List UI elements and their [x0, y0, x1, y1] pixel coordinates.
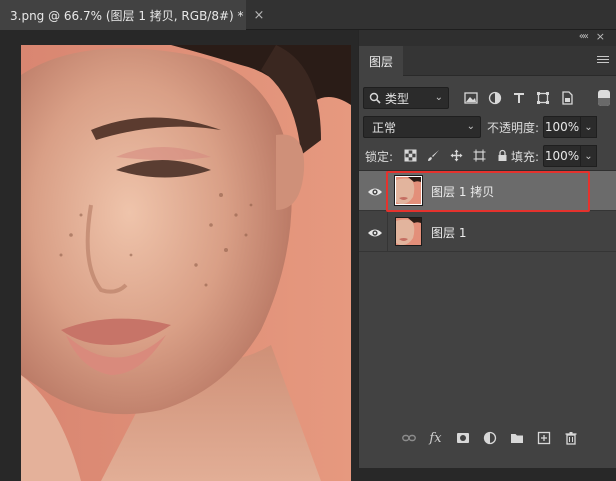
canvas-image-portrait[interactable]	[21, 45, 351, 481]
blend-mode-select[interactable]: 正常 ⌄	[363, 116, 481, 138]
chevron-down-icon: ⌄	[466, 121, 475, 132]
search-icon	[369, 92, 381, 104]
lock-transparent-pixels-icon[interactable]	[403, 148, 418, 163]
document-tab-bar: 3.png @ 66.7% (图层 1 拷贝, RGB/8#) * ×	[0, 0, 616, 30]
fill-dropdown-icon[interactable]: ⌄	[581, 145, 597, 167]
fill-input[interactable]: 100%	[543, 145, 581, 167]
new-layer-icon[interactable]	[536, 431, 551, 446]
layers-list: 图层 1 拷贝 图层 1	[359, 170, 616, 420]
lock-position-move-icon[interactable]	[449, 148, 464, 163]
footer-icons-group: fx	[401, 428, 578, 448]
chevron-down-icon: ⌄	[434, 92, 443, 103]
panel-top-strip: «« ×	[359, 30, 616, 46]
lock-image-pixels-brush-icon[interactable]	[426, 148, 441, 163]
lock-artboard-icon[interactable]	[472, 148, 487, 163]
layer-row[interactable]: 图层 1	[359, 212, 616, 252]
filter-toggle-switch[interactable]	[598, 90, 610, 106]
layer-row-selected[interactable]: 图层 1 拷贝	[359, 171, 616, 212]
type-filter-icon[interactable]	[511, 91, 526, 106]
panel-menu-icon[interactable]	[597, 54, 609, 66]
adjustment-filter-icon[interactable]	[487, 91, 502, 106]
lock-all-icon[interactable]	[495, 148, 510, 163]
layers-panel-footer: fx	[359, 420, 616, 468]
close-icon[interactable]: ×	[254, 8, 265, 23]
document-tab-title: 3.png @ 66.7% (图层 1 拷贝, RGB/8#) *	[10, 8, 244, 23]
opacity-input[interactable]: 100%	[543, 116, 581, 138]
fill-label: 填充:	[511, 150, 540, 164]
canvas-area[interactable]	[0, 30, 358, 481]
image-filter-icon[interactable]	[463, 91, 478, 106]
document-tab[interactable]: 3.png @ 66.7% (图层 1 拷贝, RGB/8#) * ×	[0, 0, 264, 30]
close-panel-icon[interactable]: ×	[596, 30, 605, 43]
selection-highlight-outline	[386, 171, 590, 212]
opacity-dropdown-icon[interactable]: ⌄	[581, 116, 597, 138]
new-group-folder-icon[interactable]	[509, 431, 524, 446]
panel-header: 图层	[359, 46, 616, 76]
layer-filter-select[interactable]: 类型 ⌄	[363, 87, 449, 109]
adjustment-layer-icon[interactable]	[482, 431, 497, 446]
delete-layer-trash-icon[interactable]	[563, 431, 578, 446]
smart-object-filter-icon[interactable]	[559, 91, 574, 106]
portrait-illustration	[21, 45, 351, 481]
layers-panel: «« × 图层 类型 ⌄ 正常 ⌄ 不透明度: 100% ⌄ 锁定: 填充: 1…	[358, 30, 616, 468]
shape-filter-icon[interactable]	[535, 91, 550, 106]
eye-icon[interactable]	[367, 184, 383, 198]
filter-kind-label: 类型	[385, 91, 410, 106]
link-layers-icon[interactable]	[401, 431, 416, 446]
blend-mode-value: 正常	[372, 120, 397, 135]
lock-icons-group	[403, 145, 510, 165]
filter-icons-group	[463, 88, 574, 108]
add-mask-icon[interactable]	[455, 431, 470, 446]
collapse-panel-icon[interactable]: ««	[579, 31, 589, 42]
tab-layers[interactable]: 图层	[359, 46, 403, 76]
opacity-label: 不透明度:	[487, 121, 540, 135]
eye-icon[interactable]	[367, 225, 383, 239]
lock-label: 锁定:	[365, 150, 394, 164]
layer-name[interactable]: 图层 1	[431, 224, 466, 241]
layer-style-fx-icon[interactable]: fx	[428, 431, 443, 446]
visibility-separator	[387, 212, 388, 252]
layer-thumbnail[interactable]	[395, 217, 422, 246]
